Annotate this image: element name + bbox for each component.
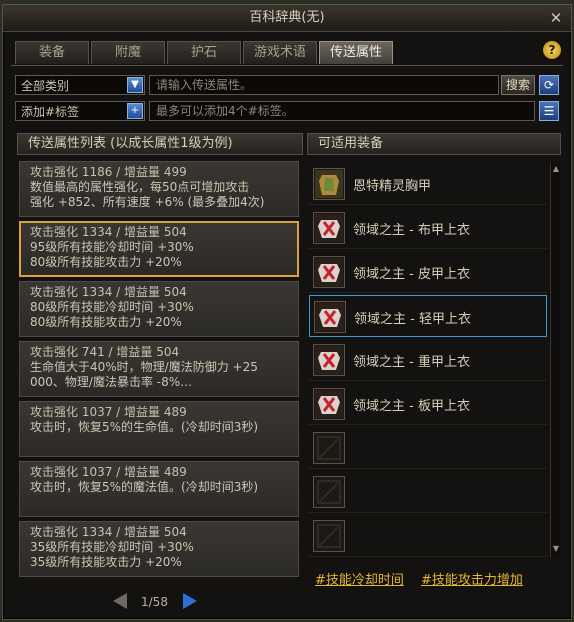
equipment-name: 领域之主 - 皮甲上衣: [353, 267, 470, 282]
attribute-list-title: 传送属性列表 (以成长属性1级为例): [28, 136, 233, 151]
equipment-list: 恩特精灵胸甲 领域之主 - 布甲上衣 领域之主 - 皮甲上衣 领域之主 - 轻甲…: [309, 163, 555, 557]
equipment-item[interactable]: 恩特精灵胸甲: [309, 163, 547, 205]
attribute-card[interactable]: 攻击强化 1334 / 增益量 504 80级所有技能冷却时间 +30% 80级…: [19, 281, 299, 337]
close-icon[interactable]: ✕: [547, 5, 565, 31]
tag-link-cooldown[interactable]: #技能冷却时间: [315, 569, 404, 588]
tag-list-icon[interactable]: ☰: [539, 101, 559, 121]
help-icon[interactable]: ?: [543, 41, 561, 59]
attribute-card[interactable]: 攻击强化 1037 / 增益量 489 攻击时，恢复5%的魔法值。(冷却时间3秒…: [19, 461, 299, 517]
chest-armor-icon: [313, 168, 345, 200]
attribute-card[interactable]: 攻击强化 1334 / 增益量 504 35级所有技能冷却时间 +30% 35级…: [19, 521, 299, 577]
tag-input[interactable]: 最多可以添加4个#标签。: [149, 101, 535, 121]
attribute-card[interactable]: 攻击强化 1186 / 增益量 499 数值最高的属性强化，每50点可增加攻击 …: [19, 161, 299, 217]
card-line1: 攻击强化 741 / 增益量 504: [30, 345, 180, 359]
next-page-icon[interactable]: [183, 593, 197, 609]
equipment-name: 领域之主 - 布甲上衣: [353, 223, 470, 238]
light-top-icon: [314, 301, 346, 333]
window-title: 百科辞典(无): [249, 10, 325, 25]
empty-slot: [309, 471, 547, 513]
card-line1: 攻击强化 1334 / 增益量 504: [30, 285, 187, 299]
card-line1: 攻击强化 1186 / 增益量 499: [30, 165, 187, 179]
search-input[interactable]: 请输入传送属性。: [149, 75, 499, 95]
attribute-card[interactable]: 攻击强化 1037 / 增益量 489 攻击时，恢复5%的生命值。(冷却时间3秒…: [19, 401, 299, 457]
tag-placeholder: 最多可以添加4个#标签。: [156, 104, 294, 118]
plate-top-icon: [313, 388, 345, 420]
category-select-value: 全部类别: [21, 79, 70, 93]
equipment-name: 领域之主 - 板甲上衣: [353, 399, 470, 414]
equipment-name: 领域之主 - 重甲上衣: [353, 355, 470, 370]
tab-bar: 装备 附魔 护石 游戏术语 传送属性: [15, 41, 395, 65]
cloth-top-icon: [313, 212, 345, 244]
scroll-down-icon[interactable]: ▼: [551, 543, 561, 555]
card-line3: 000、物理/魔法暴击率 -8%…: [30, 375, 193, 389]
equipment-title: 可适用装备: [318, 136, 384, 151]
card-line1: 攻击强化 1334 / 增益量 504: [30, 225, 187, 239]
card-line2: 攻击时，恢复5%的魔法值。(冷却时间3秒): [30, 480, 259, 494]
equipment-item-selected[interactable]: 领域之主 - 轻甲上衣: [309, 295, 547, 337]
equipment-item[interactable]: 领域之主 - 皮甲上衣: [309, 251, 547, 293]
search-button[interactable]: 搜索: [501, 75, 535, 95]
card-line1: 攻击强化 1334 / 增益量 504: [30, 525, 187, 539]
card-line2: 95级所有技能冷却时间 +30%: [30, 240, 194, 254]
category-select[interactable]: 全部类别 ▼: [15, 75, 145, 95]
empty-slot-icon: [313, 476, 345, 508]
attribute-list-header: 传送属性列表 (以成长属性1级为例): [17, 133, 303, 155]
card-line1: 攻击强化 1037 / 增益量 489: [30, 405, 187, 419]
tab-divider: [11, 65, 563, 66]
card-line1: 攻击强化 1037 / 增益量 489: [30, 465, 187, 479]
attribute-card[interactable]: 攻击强化 741 / 增益量 504 生命值大于40%时，物理/魔法防御力 +2…: [19, 341, 299, 397]
tab-glossary[interactable]: 游戏术语: [243, 41, 317, 64]
tag-select[interactable]: 添加#标签 +: [15, 101, 145, 121]
card-line2: 80级所有技能冷却时间 +30%: [30, 300, 194, 314]
equipment-name: 领域之主 - 轻甲上衣: [354, 312, 471, 327]
pager: 1/58: [113, 593, 213, 611]
equipment-scrollbar[interactable]: ▲ ▼: [550, 163, 560, 557]
page-indicator: 1/58: [141, 595, 168, 609]
encyclopedia-window: 百科辞典(无) ✕ 装备 附魔 护石 游戏术语 传送属性 ? 全部类别 ▼ 请输…: [2, 4, 572, 620]
empty-slot-icon: [313, 432, 345, 464]
tag-select-value: 添加#标签: [21, 105, 80, 119]
empty-slot: [309, 515, 547, 557]
empty-slot-icon: [313, 520, 345, 552]
tab-equipment[interactable]: 装备: [15, 41, 89, 64]
card-line3: 80级所有技能攻击力 +20%: [30, 315, 182, 329]
card-line2: 35级所有技能冷却时间 +30%: [30, 540, 194, 554]
heavy-top-icon: [313, 344, 345, 376]
leather-top-icon: [313, 256, 345, 288]
attribute-card-selected[interactable]: 攻击强化 1334 / 增益量 504 95级所有技能冷却时间 +30% 80级…: [19, 221, 299, 277]
equipment-item[interactable]: 领域之主 - 重甲上衣: [309, 339, 547, 381]
title-bar[interactable]: 百科辞典(无) ✕: [3, 5, 571, 32]
tag-link-attack-boost[interactable]: #技能攻击力增加: [421, 569, 523, 588]
refresh-icon[interactable]: ⟳: [539, 75, 559, 95]
scroll-up-icon[interactable]: ▲: [551, 163, 561, 175]
tab-transfer-attributes[interactable]: 传送属性: [319, 41, 393, 64]
card-line2: 数值最高的属性强化，每50点可增加攻击: [30, 180, 250, 194]
equipment-name: 恩特精灵胸甲: [353, 179, 432, 194]
card-line3: 35级所有技能攻击力 +20%: [30, 555, 182, 569]
prev-page-icon[interactable]: [113, 593, 127, 609]
search-placeholder: 请输入传送属性。: [156, 78, 253, 92]
card-line2: 生命值大于40%时，物理/魔法防御力 +25: [30, 360, 258, 374]
equipment-item[interactable]: 领域之主 - 板甲上衣: [309, 383, 547, 425]
chevron-down-icon[interactable]: ▼: [127, 77, 143, 93]
attribute-list: 攻击强化 1186 / 增益量 499 数值最高的属性强化，每50点可增加攻击 …: [19, 161, 303, 583]
tab-talisman[interactable]: 护石: [167, 41, 241, 64]
equipment-header: 可适用装备: [307, 133, 561, 155]
tab-enchant[interactable]: 附魔: [91, 41, 165, 64]
add-tag-icon[interactable]: +: [127, 103, 143, 119]
card-line3: 强化 +852、所有速度 +6% (最多叠加4次): [30, 195, 265, 209]
empty-slot: [309, 427, 547, 469]
card-line2: 攻击时，恢复5%的生命值。(冷却时间3秒): [30, 420, 259, 434]
equipment-item[interactable]: 领域之主 - 布甲上衣: [309, 207, 547, 249]
card-line3: 80级所有技能攻击力 +20%: [30, 255, 182, 269]
